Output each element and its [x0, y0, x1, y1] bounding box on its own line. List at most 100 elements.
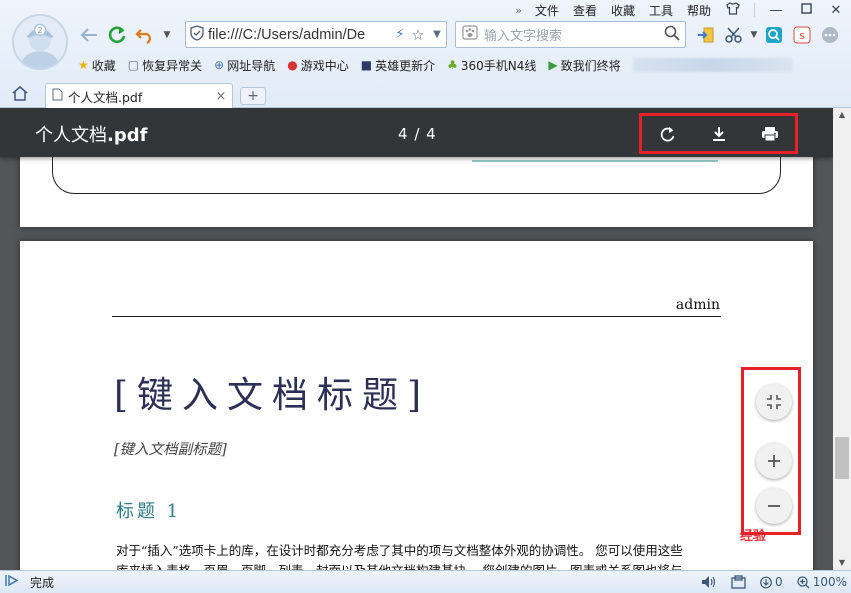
total-pages: 4 — [426, 125, 437, 143]
heading-1: 标题 1 — [116, 501, 182, 522]
current-page: 4 — [398, 125, 409, 143]
header-author: admin — [675, 297, 720, 313]
watermark-text: 经验 — [740, 529, 767, 544]
nav-buttons: ▼ — [78, 22, 178, 48]
paw-icon — [456, 25, 484, 44]
close-window-icon[interactable]: ✕ — [821, 3, 851, 18]
svg-text:2: 2 — [37, 25, 42, 35]
scroll-thumb[interactable] — [835, 437, 849, 479]
bookmark-label: 网址导航 — [227, 58, 276, 73]
downloads-indicator[interactable]: 0 — [760, 575, 783, 589]
bookmark-label: 英雄更新介 — [375, 58, 436, 73]
window-manager-icon[interactable] — [731, 575, 746, 589]
avatar-icon: 2 — [14, 16, 66, 68]
home-icon[interactable] — [12, 86, 28, 105]
scroll-down-icon[interactable]: ▼ — [833, 556, 851, 570]
document-title: [键入文档标题] — [114, 375, 431, 416]
zoom-value: 100% — [812, 575, 847, 589]
status-text: 完成 — [30, 575, 55, 590]
tab-close-icon[interactable]: × — [210, 89, 232, 104]
vertical-scrollbar[interactable]: ▲ ▼ — [833, 108, 851, 570]
bookmark-item[interactable]: ♣ 360手机N4线 — [447, 57, 536, 74]
back-arrow-icon[interactable] — [78, 24, 100, 46]
plus-icon — [768, 455, 780, 467]
bookmark-item[interactable]: ■ 英雄更新介 — [361, 57, 435, 74]
chevron-down-icon[interactable]: ▼ — [428, 29, 446, 40]
bookmark-item[interactable]: ▶ 致我们终将 — [548, 57, 620, 74]
tab-title: 个人文档.pdf — [68, 89, 143, 105]
android-icon: ♣ — [447, 58, 458, 72]
pdf-title: 个人文档.pdf — [35, 121, 147, 147]
fit-page-button[interactable] — [756, 384, 792, 420]
star-icon[interactable]: ☆ — [408, 26, 428, 44]
browser-chrome: » 文件 查看 收藏 工具 帮助 — ✕ 2 ▼ file:///C:/User… — [0, 0, 851, 108]
document-subtitle: [键入文档副标题] — [114, 442, 227, 458]
bookmark-item[interactable]: ▢ 恢复异常关 — [128, 57, 202, 74]
body-line: 库来插入表格、页眉、页脚、列表、封面以及其他文档构建基块。 您创建的图片、图表或… — [116, 561, 726, 570]
hero-icon: ■ — [360, 58, 373, 72]
svg-text:s: s — [799, 29, 805, 42]
page-separator: / — [414, 125, 421, 143]
status-right: 0 100% — [687, 571, 847, 593]
watermark: 经验 — [740, 525, 806, 545]
speaker-icon[interactable] — [701, 575, 717, 589]
bookmark-item[interactable]: ★ 收藏 — [78, 57, 116, 74]
undo-dropdown-icon[interactable]: ▼ — [162, 24, 172, 46]
address-input[interactable]: file:///C:/Users/admin/De — [208, 27, 392, 43]
bookmark-label: 游戏中心 — [300, 58, 349, 73]
search-input[interactable]: 输入文字搜索 — [484, 25, 659, 44]
undo-icon[interactable] — [134, 24, 156, 46]
pdf-title-ext: .pdf — [107, 125, 148, 146]
menu-help[interactable]: 帮助 — [680, 2, 718, 19]
scroll-up-icon[interactable]: ▲ — [833, 108, 851, 122]
address-bar[interactable]: file:///C:/Users/admin/De ⚡ ☆ ▼ — [185, 21, 447, 48]
sidebar-toggle-icon[interactable] — [0, 574, 24, 590]
scissors-dropdown-icon[interactable]: ▼ — [748, 24, 760, 46]
fit-page-icon — [767, 395, 781, 409]
menu-view[interactable]: 查看 — [566, 2, 604, 19]
bookmark-label: 致我们终将 — [560, 58, 621, 73]
pdf-title-name: 个人文档 — [35, 125, 107, 146]
pdf-viewer[interactable]: 个人文档.pdf 4 / 4 admin [键入文档标题] [键入文档副标题] … — [0, 108, 851, 570]
zoom-in-button[interactable] — [756, 443, 792, 479]
bookmark-label: 收藏 — [91, 58, 116, 73]
globe-icon: ⊕ — [214, 58, 225, 72]
tab-bar: 个人文档.pdf × + — [0, 81, 851, 108]
bookmarks-bar: ★ 收藏 ▢ 恢复异常关 ⊕ 网址导航 ● 游戏中心 ■ 英雄更新介 ♣ 360手机N4线 ▶ 致我们终将 — [78, 55, 793, 75]
zoom-controls-highlight — [741, 367, 801, 535]
menu-separator — [754, 3, 755, 17]
toolbar-right: ▼ s — [692, 22, 844, 48]
menu-file[interactable]: 文件 — [528, 2, 566, 19]
skin-icon[interactable] — [718, 1, 748, 19]
maximize-icon[interactable] — [791, 2, 821, 18]
zoom-level[interactable]: 100% — [797, 575, 847, 589]
search-box[interactable]: 输入文字搜索 — [455, 21, 686, 48]
screenshot-icon[interactable] — [760, 24, 788, 46]
minimize-icon[interactable]: — — [761, 3, 791, 18]
zoom-out-button[interactable] — [756, 488, 792, 524]
download-icon[interactable] — [706, 121, 732, 147]
lightning-icon[interactable]: ⚡ — [392, 27, 408, 42]
search-icon[interactable] — [659, 25, 685, 45]
scissors-icon[interactable] — [720, 24, 748, 46]
tab-pdf[interactable]: 个人文档.pdf × — [45, 83, 233, 108]
print-icon[interactable] — [757, 121, 783, 147]
new-tab-button[interactable]: + — [240, 87, 266, 105]
body-line: 对于“插入”选项卡上的库，在设计时都充分考虑了其中的项与文档整体外观的协调性。 … — [116, 543, 683, 558]
menu-overflow-chevron[interactable]: » — [509, 4, 528, 17]
menu-bar: » 文件 查看 收藏 工具 帮助 — ✕ — [509, 0, 851, 20]
bookmark-item[interactable]: ● 游戏中心 — [287, 57, 349, 74]
user-avatar[interactable]: 2 — [12, 14, 68, 70]
translate-icon[interactable]: s — [788, 24, 816, 46]
menu-tools[interactable]: 工具 — [642, 2, 680, 19]
bookmark-item[interactable]: ⊕ 网址导航 — [214, 57, 275, 74]
menu-favorites[interactable]: 收藏 — [604, 2, 642, 19]
rotate-icon[interactable] — [655, 121, 681, 147]
bookmark-label: 恢复异常关 — [142, 58, 203, 73]
login-icon[interactable] — [692, 24, 720, 46]
more-icon[interactable] — [816, 24, 844, 46]
download-status-icon — [760, 576, 772, 588]
shield-icon — [186, 24, 208, 45]
refresh-icon[interactable] — [106, 24, 128, 46]
pdf-toolbar: 个人文档.pdf 4 / 4 — [0, 108, 833, 157]
